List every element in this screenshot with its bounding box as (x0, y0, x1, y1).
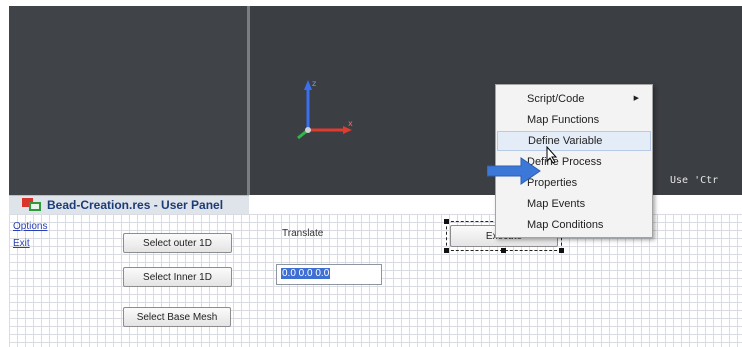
select-outer-1d-button[interactable]: Select outer 1D (123, 233, 232, 253)
menu-item-map-conditions[interactable]: Map Conditions (497, 215, 651, 235)
select-inner-1d-button[interactable]: Select Inner 1D (123, 267, 232, 287)
user-panel-title: Bead-Creation.res - User Panel (47, 198, 224, 212)
menu-item-label: Define Variable (528, 135, 603, 147)
chevron-right-icon: ▶ (633, 95, 639, 102)
selection-handle[interactable] (444, 248, 449, 253)
viewport-left-pane[interactable] (9, 6, 247, 195)
menu-item-define-variable[interactable]: Define Variable (497, 131, 651, 151)
options-link[interactable]: Options (13, 221, 47, 232)
menu-item-script-code[interactable]: Script/Code ▶ (497, 89, 651, 109)
translate-input[interactable]: 0.0 0.0 0.0 (276, 264, 382, 285)
axis-label-z: z (312, 79, 316, 88)
viewport-hint-text: Use 'Ctr (670, 175, 719, 186)
user-panel-icon (22, 198, 41, 211)
menu-item-map-events[interactable]: Map Events (497, 194, 651, 214)
selection-handle[interactable] (444, 219, 449, 224)
exit-link[interactable]: Exit (13, 238, 30, 249)
translate-label: Translate (282, 228, 324, 239)
menu-item-label: Map Events (527, 198, 586, 210)
selection-handle[interactable] (559, 248, 564, 253)
arrow-right-icon (487, 157, 541, 185)
axis-triad-icon: z x (297, 79, 353, 140)
menu-item-label: Map Functions (527, 114, 600, 126)
translate-value: 0.0 0.0 0.0 (281, 268, 331, 279)
axis-label-x: x (348, 119, 353, 128)
menu-item-label: Script/Code (527, 93, 585, 105)
menu-item-map-functions[interactable]: Map Functions (497, 110, 651, 130)
viewport-splitter[interactable] (247, 6, 250, 195)
mouse-pointer-icon (546, 146, 558, 164)
menu-item-label: Map Conditions (527, 219, 604, 231)
selection-handle[interactable] (501, 248, 506, 253)
select-base-mesh-button[interactable]: Select Base Mesh (123, 307, 231, 327)
